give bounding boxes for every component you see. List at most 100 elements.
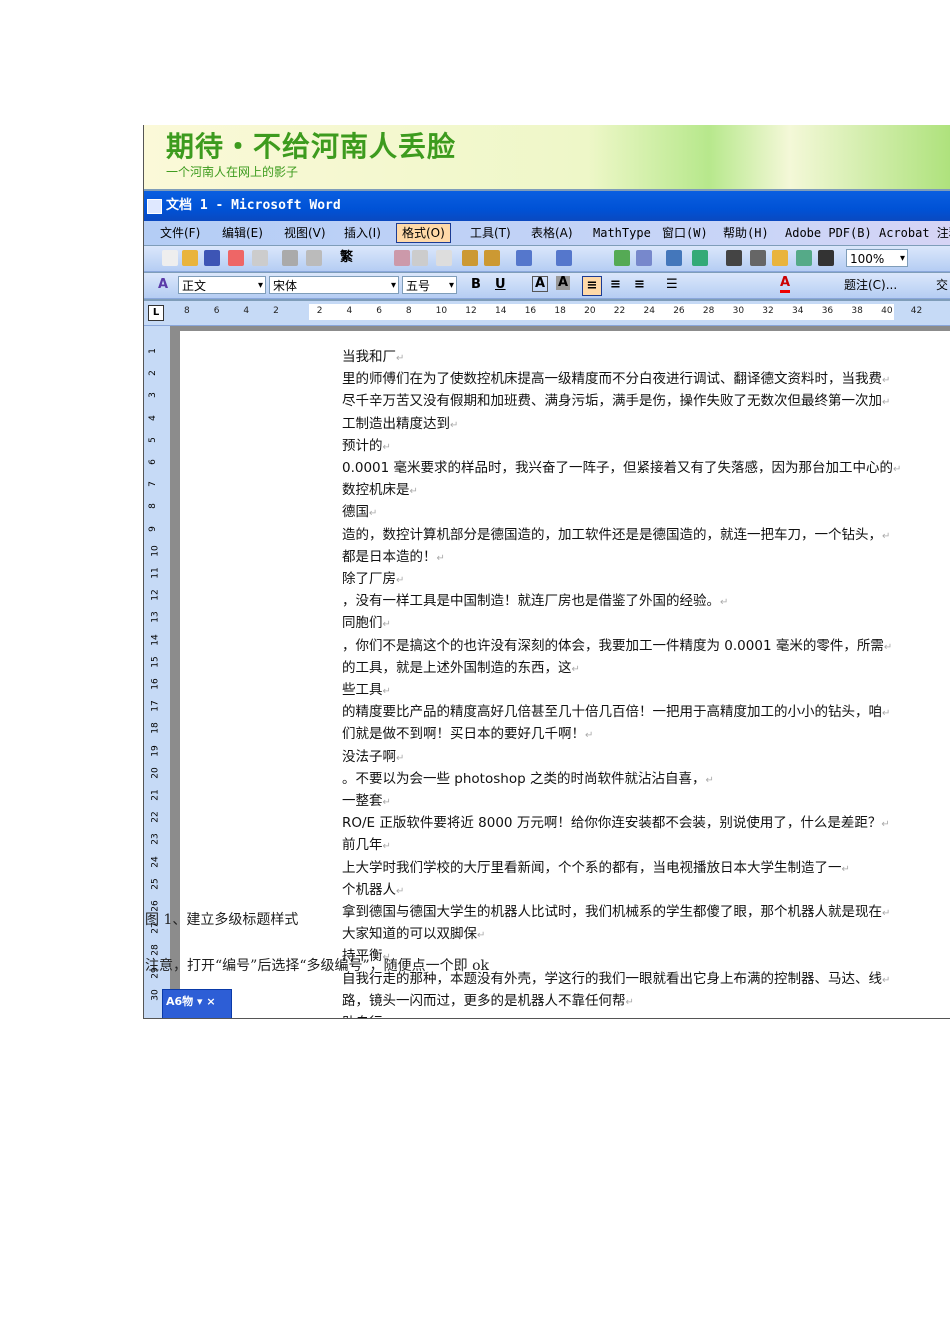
menu-bar: 文件(F) 编辑(E) 视图(V) 插入(I) 格式(O) 工具(T) 表格(A) MathT…	[144, 221, 950, 245]
toolbar-button-icon[interactable]	[772, 250, 788, 266]
menu-item[interactable]: 窗口(W)	[662, 221, 708, 245]
toolbar-button-icon[interactable]	[282, 250, 298, 266]
toolbar-button-icon[interactable]	[462, 250, 478, 266]
traditional-chinese-button[interactable]: 繁	[340, 249, 353, 267]
ruler-number: 14	[495, 306, 507, 316]
char-shading-button[interactable]: A	[556, 276, 571, 290]
toolbar-button-icon[interactable]	[796, 250, 812, 266]
menu-item[interactable]: 格式(O)	[396, 223, 451, 243]
bold-button[interactable]: B	[471, 276, 481, 294]
ruler-number: 9	[147, 525, 158, 532]
menu-item[interactable]: 工具(T)	[470, 221, 511, 245]
ruler-number: 23	[150, 833, 161, 846]
ruler-number: 24	[150, 855, 161, 868]
ruler-number: 40	[881, 306, 893, 316]
toolbar-button-icon[interactable]	[306, 250, 322, 266]
toolbar-button-icon[interactable]	[162, 250, 178, 266]
styles-icon[interactable]: A	[158, 276, 168, 294]
toolbar-button-icon[interactable]	[204, 250, 220, 266]
toolbar-button-icon[interactable]	[394, 250, 410, 266]
toolbar-button-icon[interactable]	[614, 250, 630, 266]
document-line: 尽千辛万苦又没有假期和加班费、满身污垢，满手是伤，操作失败了无数次但最终第一次加…	[342, 393, 891, 410]
ruler-number: 8	[184, 306, 190, 316]
toolbar-button-icon[interactable]	[666, 250, 682, 266]
paragraph-mark: ↵	[396, 752, 405, 764]
justify-button[interactable]: ≡	[582, 276, 602, 296]
zoom-select[interactable]: 100%	[846, 249, 908, 268]
toolbar-button-icon[interactable]	[556, 250, 572, 266]
toolbar-button-icon[interactable]	[182, 250, 198, 266]
toolbar-button-icon[interactable]	[412, 250, 428, 266]
paragraph-mark: ↵	[585, 730, 594, 742]
task-pane-header[interactable]: A6物 ▾ ×	[162, 989, 232, 1018]
ruler-number: 15	[150, 656, 161, 668]
document-line: 一整套↵	[342, 793, 391, 809]
paragraph-mark: ↵	[396, 575, 405, 586]
menu-item[interactable]: 表格(A)	[531, 221, 573, 245]
menu-item[interactable]: Acrobat 注释	[879, 221, 950, 245]
window-title: 文档 1 - Microsoft Word	[166, 198, 341, 213]
font-size-select[interactable]: 五号	[402, 276, 457, 295]
ruler-number: 17	[150, 700, 161, 712]
paragraph-mark: ↵	[409, 486, 418, 498]
toolbar-button-icon[interactable]	[750, 250, 766, 266]
menu-item[interactable]: 编辑(E)	[222, 221, 263, 245]
toolbar-button-icon[interactable]	[252, 250, 268, 266]
standard-toolbar: 繁 100%	[144, 246, 950, 272]
ruler-number: 18	[554, 306, 566, 316]
ruler-number: 4	[147, 414, 158, 421]
paragraph-mark: ↵	[382, 797, 391, 808]
horizontal-ruler[interactable]: L 8 6 4 2 2 4 6 8 10 12 14 16 18 20 22 24 26 28 30 32 34 36 38…	[144, 301, 950, 326]
paragraph-mark: ↵	[450, 419, 459, 431]
caption-button[interactable]: 题注(C)...	[844, 276, 897, 294]
menu-item[interactable]: MathType	[593, 221, 651, 245]
menu-item[interactable]: 帮助(H)	[723, 221, 769, 245]
more-button[interactable]: 交	[936, 276, 948, 294]
underline-button[interactable]: U	[495, 276, 506, 294]
ruler-number: 4	[346, 306, 353, 316]
ruler-number: 26	[673, 306, 685, 316]
ruler-number: 19	[150, 744, 161, 757]
ruler-number: 11	[150, 567, 161, 579]
toolbar-button-icon[interactable]	[516, 250, 532, 266]
ruler-number: 16	[150, 678, 161, 690]
menu-item[interactable]: 文件(F)	[160, 221, 200, 245]
menu-item[interactable]: 插入(I)	[344, 221, 381, 245]
paragraph-mark: ↵	[705, 774, 714, 786]
align-right-button[interactable]: ≡	[634, 276, 645, 294]
ruler-number: 24	[643, 306, 655, 316]
toolbar-button-icon[interactable]	[692, 250, 708, 266]
document-line: 。不要以为会一些 photoshop 之类的时尚软件就沾沾自喜，↵	[342, 770, 714, 787]
menu-item[interactable]: Adobe PDF(B)	[785, 221, 872, 245]
ruler-number: 8	[147, 503, 158, 510]
ruler-number: 38	[851, 306, 863, 316]
paragraph-mark: ↵	[571, 663, 580, 675]
document-line: 路，镜头一闪而过，更多的是机器人不靠任何帮↵	[342, 992, 634, 1009]
ruler-number: 2	[316, 306, 323, 316]
style-select[interactable]: 正文	[178, 276, 266, 295]
ruler-number: 42	[910, 306, 923, 316]
toolbar-button-icon[interactable]	[228, 250, 244, 266]
ruler-number: 4	[243, 306, 250, 316]
document-line: 工制造出精度达到↵	[342, 415, 459, 432]
toolbar-button-icon[interactable]	[818, 250, 834, 266]
toolbar-button-icon[interactable]	[436, 250, 452, 266]
toolbar-button-icon[interactable]	[726, 250, 742, 266]
ruler-number: 30	[150, 989, 161, 1001]
paragraph-mark: ↵	[382, 619, 391, 631]
toolbar-button-icon[interactable]	[484, 250, 500, 266]
char-border-button[interactable]: A	[532, 276, 549, 292]
document-line: 里的师傅们在为了使数控机床提高一级精度而不分白夜进行调试、翻译德文资料时，当我费…	[342, 371, 891, 388]
document-line: 当我和厂↵	[342, 349, 405, 365]
align-center-button[interactable]: ≡	[610, 276, 621, 294]
tab-selector[interactable]: L	[148, 305, 164, 321]
document-line: 预计的↵	[342, 437, 391, 454]
font-color-button[interactable]: A	[780, 276, 791, 293]
banner-title: 期待・不给河南人丢脸	[166, 130, 457, 163]
font-select[interactable]: 宋体	[269, 276, 399, 295]
numbering-button[interactable]: ☰	[666, 276, 678, 294]
toolbar-button-icon[interactable]	[636, 250, 652, 266]
paragraph-mark: ↵	[882, 375, 891, 387]
paragraph-mark: ↵	[882, 974, 891, 986]
menu-item[interactable]: 视图(V)	[284, 221, 326, 245]
